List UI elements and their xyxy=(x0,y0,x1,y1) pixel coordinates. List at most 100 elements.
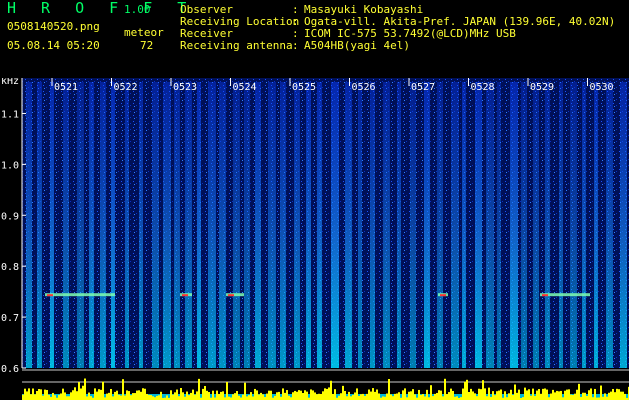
amplitude-bar xyxy=(166,395,168,400)
signal-column xyxy=(510,82,518,368)
signal-column xyxy=(163,82,171,368)
date-time: 05.08.14 05:20 xyxy=(7,39,100,52)
amplitude-bar xyxy=(100,389,102,400)
amplitude-bar xyxy=(256,390,258,400)
amplitude-bar xyxy=(98,389,100,400)
amplitude-bar xyxy=(372,388,374,400)
amplitude-bar xyxy=(402,390,404,400)
amplitude-bar xyxy=(234,393,236,400)
amplitude-bar xyxy=(500,389,502,400)
amplitude-bar xyxy=(328,387,330,400)
amplitude-bar xyxy=(326,388,328,400)
amplitude-bar xyxy=(112,396,114,400)
amplitude-bar xyxy=(44,389,46,400)
signal-column xyxy=(63,82,69,368)
amplitude-bar xyxy=(368,389,370,400)
signal-column xyxy=(37,82,42,368)
amplitude-bar xyxy=(532,388,534,400)
amplitude-bar xyxy=(496,391,498,400)
signal-column xyxy=(521,82,527,368)
amplitude-bar xyxy=(394,393,396,400)
amplitude-bar xyxy=(586,395,588,400)
frequency-axis: kHz 1.1 1.0 0.9 0.8 0.7 0.6 xyxy=(1,78,26,375)
amplitude-bar xyxy=(600,385,602,400)
amplitude-bar xyxy=(22,394,24,400)
amplitude-bar xyxy=(296,391,298,400)
amplitude-bar xyxy=(362,393,364,400)
amplitude-bar xyxy=(624,393,626,400)
frequency-tick-label: 0.8 xyxy=(1,262,19,273)
amplitude-bar xyxy=(408,391,410,400)
amplitude-bar xyxy=(432,396,434,400)
amplitude-bar xyxy=(60,393,62,400)
amplitude-bar xyxy=(358,395,360,400)
signal-column xyxy=(606,82,613,368)
amplitude-bar xyxy=(558,391,560,400)
amplitude-bar xyxy=(450,388,452,400)
amplitude-bar xyxy=(178,396,180,400)
amplitude-bar xyxy=(404,388,406,400)
amplitude-bar xyxy=(232,394,234,400)
amplitude-bar xyxy=(396,393,398,400)
signal-column xyxy=(345,82,352,368)
amplitude-bar xyxy=(420,394,422,400)
amplitude-bar xyxy=(622,391,624,400)
amplitude-bar xyxy=(260,392,262,400)
amplitude-bar xyxy=(106,393,108,400)
signal-column xyxy=(383,82,390,368)
amplitude-bar xyxy=(318,393,320,400)
amplitude-bar xyxy=(370,391,372,400)
amplitude-bar xyxy=(298,390,300,400)
echo-head xyxy=(47,294,53,297)
amplitude-bar xyxy=(324,388,326,400)
time-tick-label: 0523 xyxy=(173,82,197,93)
amplitude-bar xyxy=(110,388,112,400)
frequency-tick-label: 0.9 xyxy=(1,211,19,222)
frequency-tick-label: 1.1 xyxy=(1,109,19,120)
amplitude-bar xyxy=(138,390,140,400)
amplitude-bar xyxy=(314,392,316,400)
amplitude-bar xyxy=(228,396,230,400)
amplitude-bar xyxy=(480,389,482,400)
amplitude-bar xyxy=(158,395,160,400)
time-tick-label: 0522 xyxy=(114,82,138,93)
amplitude-bar xyxy=(216,390,218,400)
amplitude-bar xyxy=(422,394,424,400)
amplitude-bar xyxy=(82,385,84,400)
amplitude-bar xyxy=(426,389,428,400)
echo-head xyxy=(228,294,234,297)
amplitude-bar xyxy=(434,393,436,400)
amplitude-bar xyxy=(536,390,538,400)
amplitude-bar xyxy=(552,389,554,400)
amplitude-bar xyxy=(606,396,608,400)
amplitude-bar xyxy=(176,389,178,400)
signal-column xyxy=(139,82,143,368)
amplitude-bar xyxy=(180,388,182,400)
amplitude-bar xyxy=(160,391,162,400)
amplitude-bar xyxy=(462,388,464,400)
signal-column xyxy=(219,82,226,368)
signal-column xyxy=(208,82,216,368)
signal-column xyxy=(174,82,180,368)
signal-column xyxy=(451,82,459,368)
amplitude-bar xyxy=(616,388,618,400)
amplitude-bar xyxy=(294,390,296,400)
signal-column xyxy=(533,82,539,368)
amplitude-bar xyxy=(132,393,134,400)
amplitude-bar xyxy=(30,394,32,400)
amplitude-bar xyxy=(62,388,64,400)
amplitude-bar xyxy=(516,392,518,400)
echo-head xyxy=(440,294,446,297)
amplitude-bar xyxy=(526,390,528,400)
amplitude-bar xyxy=(444,378,446,400)
amplitude-bar xyxy=(316,394,318,400)
amplitude-bar xyxy=(64,392,66,400)
amplitude-bar xyxy=(222,391,224,400)
amplitude-bar xyxy=(482,380,484,400)
amplitude-bar xyxy=(530,395,532,400)
amplitude-bar xyxy=(376,389,378,400)
amplitude-bar xyxy=(566,389,568,400)
signal-column xyxy=(317,82,322,368)
signal-column xyxy=(77,82,84,368)
signal-column xyxy=(268,82,276,368)
